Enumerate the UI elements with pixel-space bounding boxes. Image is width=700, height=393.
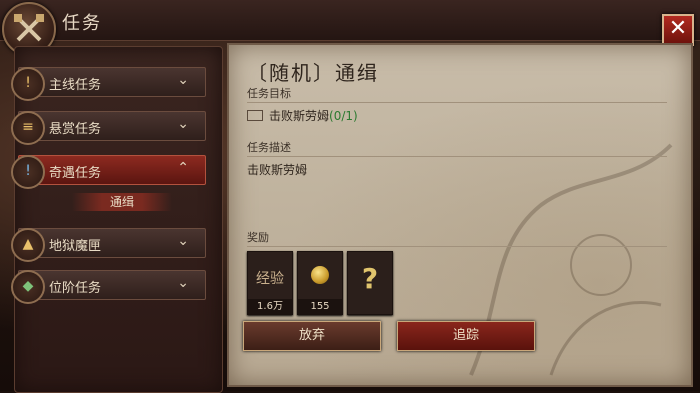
quest-category-panel — [14, 46, 223, 393]
divider — [247, 156, 667, 157]
divider — [247, 102, 667, 103]
close-icon: ✕ — [668, 16, 688, 41]
sidebar-item-adventure[interactable]: ! 奇遇任务 ⌃ — [11, 155, 206, 189]
reward-header: 奖励 — [247, 231, 269, 244]
sidebar-item-label: 地狱魔匣 — [49, 239, 102, 254]
top-bar: 任务 ✕ — [0, 0, 700, 56]
sidebar-item-label: 位阶任务 — [49, 281, 102, 296]
sidebar-item-bounty[interactable]: ≡ 悬赏任务 ⌄ — [11, 111, 206, 145]
page-title: 任务 — [62, 13, 102, 34]
sidebar-item-main[interactable]: ! 主线任务 ⌄ — [11, 67, 206, 101]
question-mark-icon: ? — [361, 262, 379, 295]
chevron-down-icon: ⌄ — [177, 275, 189, 291]
objective-progress: (0/1) — [329, 109, 358, 123]
chevron-down-icon: ⌄ — [177, 116, 189, 132]
quest-red-icon: ! — [11, 67, 45, 101]
close-button[interactable]: ✕ — [662, 14, 694, 46]
objective-label: 击败斯劳姆 — [269, 109, 330, 123]
reward-amount: 155 — [298, 299, 342, 314]
objective-checkbox — [247, 110, 263, 121]
divider — [247, 246, 667, 247]
rune-blue-icon: ! — [11, 155, 45, 189]
quest-name: 〔随机〕通缉 — [247, 61, 379, 85]
scroll-icon: ≡ — [11, 111, 45, 145]
sidebar-item-rank[interactable]: ◆ 位阶任务 ⌄ — [11, 270, 206, 304]
sidebar-item-label: 主线任务 — [49, 78, 102, 93]
sidebar-subitem-wanted[interactable]: 通缉 — [72, 193, 172, 211]
gold-coin-icon — [311, 266, 329, 284]
abandon-button[interactable]: 放弃 — [243, 321, 381, 351]
sidebar-item-label: 悬赏任务 — [49, 122, 102, 137]
chevron-down-icon: ⌄ — [177, 233, 189, 249]
chevron-up-icon: ⌃ — [177, 160, 189, 176]
sidebar-item-hell-box[interactable]: ▲ 地狱魔匣 ⌄ — [11, 228, 206, 262]
description-header: 任务描述 — [247, 141, 291, 154]
objective-text: 击败斯劳姆(0/1) — [269, 107, 358, 124]
chevron-down-icon: ⌄ — [177, 72, 189, 88]
chest-icon: ▲ — [11, 228, 45, 262]
quest-description: 击败斯劳姆 — [247, 163, 308, 177]
reward-slot-exp[interactable]: 经验 1.6万 — [247, 251, 293, 315]
reward-slot-unknown[interactable]: ? — [347, 251, 393, 315]
objective-header: 任务目标 — [247, 87, 291, 100]
reward-amount: 1.6万 — [248, 299, 292, 314]
rank-green-icon: ◆ — [11, 270, 45, 304]
reward-slot-gold[interactable]: 155 — [297, 251, 343, 315]
sidebar-item-label: 奇遇任务 — [49, 166, 102, 181]
track-button[interactable]: 追踪 — [397, 321, 535, 351]
exp-reward-label: 经验 — [256, 271, 284, 287]
